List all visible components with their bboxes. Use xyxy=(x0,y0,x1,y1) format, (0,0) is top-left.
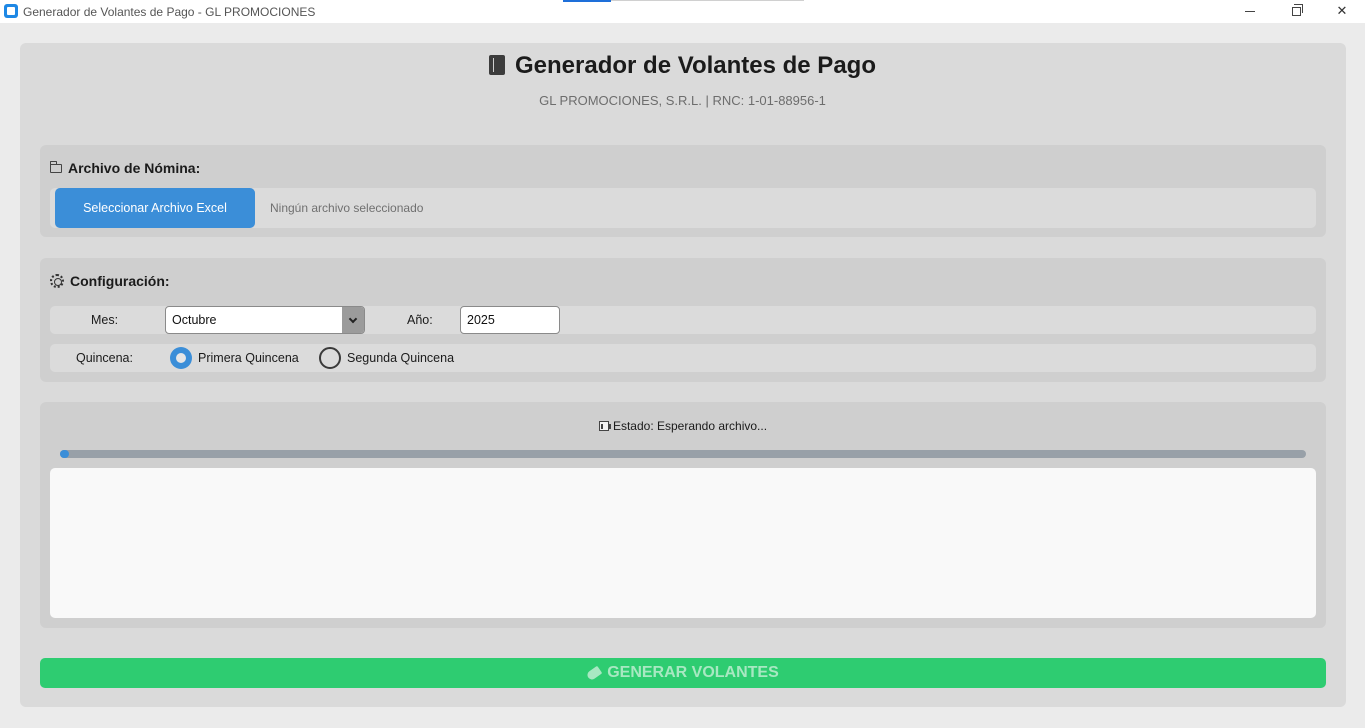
quincena-row: Quincena: Primera Quincena Segunda Quinc… xyxy=(50,344,1316,372)
file-picker-row: Seleccionar Archivo Excel Ningún archivo… xyxy=(50,188,1316,228)
app-icon xyxy=(4,4,18,18)
close-button[interactable]: ✕ xyxy=(1319,0,1365,23)
mes-label: Mes: xyxy=(91,313,119,327)
archivo-heading-text: Archivo de Nómina: xyxy=(68,160,201,176)
status-line: Estado: Esperando archivo... xyxy=(40,419,1326,433)
progress-fill xyxy=(60,450,69,458)
config-section: Configuración: Mes: Octubre Año: 2025 Qu… xyxy=(40,258,1326,382)
status-text: Estado: Esperando archivo... xyxy=(612,419,768,433)
chevron-down-icon xyxy=(348,314,358,323)
gear-icon xyxy=(50,274,64,288)
company-subtitle: GL PROMOCIONES, S.R.L. | RNC: 1-01-88956… xyxy=(539,93,826,108)
log-textbox[interactable] xyxy=(50,468,1316,618)
chart-icon xyxy=(598,421,611,431)
restore-icon xyxy=(1291,4,1303,16)
window-titlebar: Generador de Volantes de Pago - GL PROMO… xyxy=(0,0,1365,23)
progress-bar xyxy=(60,450,1306,458)
page-title: Generador de Volantes de Pago xyxy=(0,52,1365,80)
generate-button[interactable]: GENERAR VOLANTES xyxy=(40,658,1326,688)
minimize-button[interactable] xyxy=(1227,0,1273,23)
segunda-quincena-radio[interactable] xyxy=(319,347,341,369)
archivo-heading: Archivo de Nómina: xyxy=(50,160,200,176)
generate-button-label: GENERAR VOLANTES xyxy=(607,664,779,681)
titlebar-accent xyxy=(563,0,611,2)
segunda-quincena-label[interactable]: Segunda Quincena xyxy=(347,351,454,365)
config-heading-text: Configuración: xyxy=(70,273,170,289)
folder-icon xyxy=(50,160,62,173)
page-title-text: Generador de Volantes de Pago xyxy=(515,52,876,79)
anio-input[interactable]: 2025 xyxy=(460,306,560,334)
anio-label: Año: xyxy=(407,313,433,327)
rocket-icon xyxy=(585,665,603,681)
config-heading: Configuración: xyxy=(50,273,170,289)
window-title: Generador de Volantes de Pago - GL PROMO… xyxy=(23,5,316,19)
mes-dropdown-toggle[interactable] xyxy=(342,307,364,333)
close-icon: ✕ xyxy=(1336,4,1348,19)
file-status-text: Ningún archivo seleccionado xyxy=(270,201,424,215)
status-section: Estado: Esperando archivo... xyxy=(40,402,1326,628)
select-excel-button[interactable]: Seleccionar Archivo Excel xyxy=(55,188,255,228)
mes-select-value: Octubre xyxy=(172,313,217,327)
book-icon xyxy=(489,55,505,75)
archivo-section: Archivo de Nómina: Seleccionar Archivo E… xyxy=(40,145,1326,237)
mes-select[interactable]: Octubre xyxy=(165,306,365,334)
date-row: Mes: Octubre Año: 2025 xyxy=(50,306,1316,334)
primera-quincena-radio[interactable] xyxy=(170,347,192,369)
titlebar-divider xyxy=(611,0,804,1)
quincena-label: Quincena: xyxy=(76,351,133,365)
primera-quincena-label[interactable]: Primera Quincena xyxy=(198,351,299,365)
minimize-icon xyxy=(1245,11,1255,12)
restore-button[interactable] xyxy=(1273,0,1319,23)
